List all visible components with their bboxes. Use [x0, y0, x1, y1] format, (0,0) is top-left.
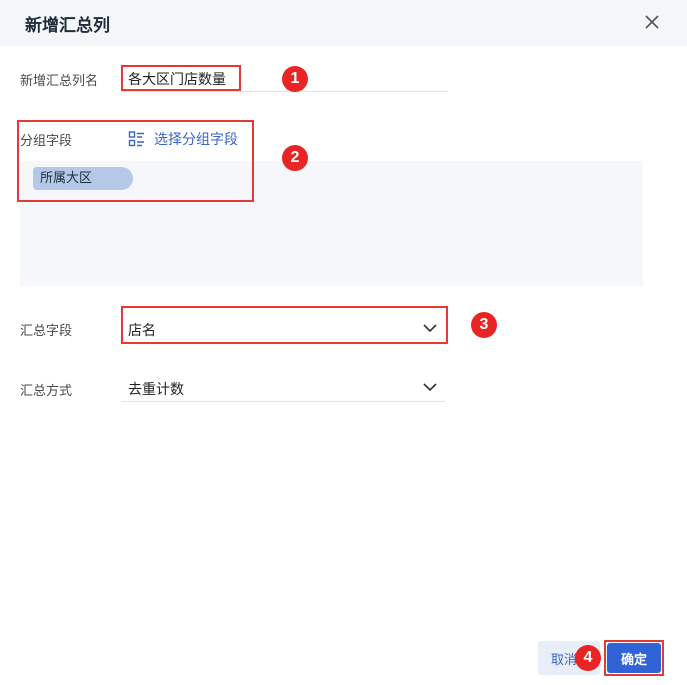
annotation-badge-3: 3 — [471, 312, 497, 338]
highlight-box-4 — [604, 640, 664, 676]
annotation-badge-2: 2 — [282, 145, 308, 171]
highlight-box-3 — [121, 306, 448, 344]
name-input-underline — [121, 91, 448, 92]
agg-method-select[interactable]: 去重计数 — [128, 379, 184, 399]
dialog-title: 新增汇总列 — [25, 16, 110, 36]
name-label: 新增汇总列名 — [20, 74, 99, 89]
highlight-box-2 — [17, 120, 254, 202]
dialog-header: 新增汇总列 — [0, 0, 687, 46]
agg-field-label: 汇总字段 — [20, 324, 73, 339]
annotation-badge-1: 1 — [282, 66, 308, 92]
annotation-badge-4: 4 — [575, 645, 601, 671]
agg-method-underline — [121, 401, 445, 402]
highlight-box-1 — [121, 65, 241, 91]
agg-method-label: 汇总方式 — [20, 384, 73, 399]
chevron-down-icon[interactable] — [422, 379, 438, 395]
close-icon[interactable] — [641, 11, 663, 33]
